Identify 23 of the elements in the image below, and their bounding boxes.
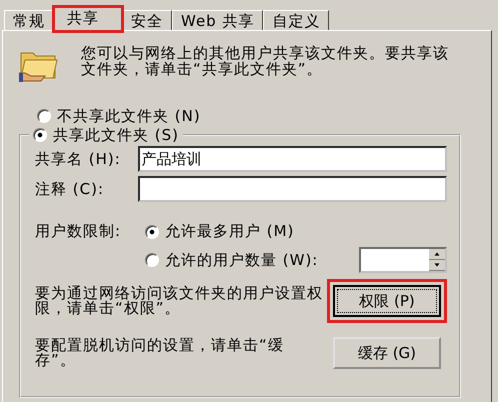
field-label: 共享名 (H):	[35, 150, 122, 168]
tab[interactable]: 自定义	[263, 10, 330, 30]
field-label: 用户数限制:	[35, 222, 122, 242]
radio-label: 共享此文件夹 (S)	[53, 126, 179, 144]
caching-button[interactable]: 缓存 (G)	[333, 337, 441, 369]
field-label: 注释 (C):	[35, 180, 105, 198]
radio-button[interactable]	[33, 128, 47, 142]
permissions-hint: 要为通过网络访问该文件夹的用户设置权限，请单击“权限”。	[35, 286, 323, 316]
caching-hint: 要配置脱机访问的设置，请单击“缓存”。	[35, 338, 285, 368]
permissions-button[interactable]: 权限 (P)	[333, 285, 441, 317]
intro-text: 您可以与网络上的其他用户共享该文件夹。要共享该文件夹，请单击“共享此文件夹”。	[81, 45, 449, 77]
radio-button[interactable]	[37, 109, 51, 123]
tab[interactable]: 共享	[54, 7, 122, 31]
user-count-spinner[interactable]	[359, 247, 447, 273]
radio-label: 允许的用户数量 (W):	[165, 250, 318, 270]
tab[interactable]: 安全	[122, 10, 172, 30]
radio-button[interactable]	[145, 224, 159, 238]
tab[interactable]: Web 共享	[172, 10, 264, 30]
radio-button[interactable]	[145, 253, 159, 267]
radio-label: 不共享此文件夹 (N)	[57, 106, 201, 126]
comment-field[interactable]	[138, 176, 447, 202]
radio-label: 允许最多用户 (M)	[165, 222, 294, 241]
share-name-field[interactable]: 产品培训	[138, 146, 447, 172]
